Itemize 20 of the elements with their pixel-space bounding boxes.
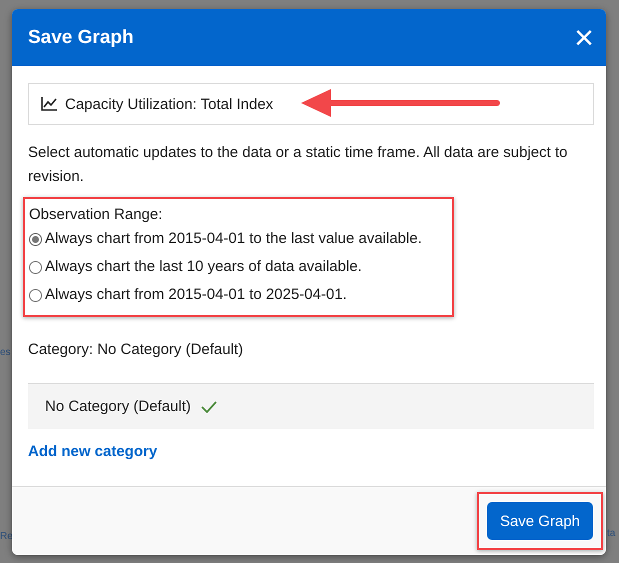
background-text: ta [607,528,616,539]
radio-button[interactable] [29,260,42,274]
category-item[interactable]: No Category (Default) [28,383,594,429]
line-chart-icon [41,97,57,111]
range-option[interactable]: Always chart from 2015-04-01 to the last value available. [29,225,449,253]
range-option[interactable]: Always chart the last 10 years of data available. [29,253,449,281]
description-text: Select automatic updates to the data or a static time frame. All data are subject to revision. [28,143,568,187]
check-icon [200,400,217,412]
series-title: Capacity Utilization: Total Index [65,96,274,112]
range-option[interactable]: Always chart from 2015-04-01 to 2025-04-01. [29,281,449,309]
range-label: Observation Range: [29,205,164,225]
dialog-title: Save Graph [28,26,134,48]
background-text: Re [0,531,12,542]
category-label: Category: No Category (Default) [28,341,244,358]
close-button[interactable]: × [574,20,594,54]
radio-button[interactable] [29,232,42,246]
radio-button[interactable] [29,288,42,302]
add-category-link[interactable]: Add new category [28,443,158,460]
save-graph-button[interactable]: Save Graph [486,502,593,540]
background-text: es [0,347,11,358]
